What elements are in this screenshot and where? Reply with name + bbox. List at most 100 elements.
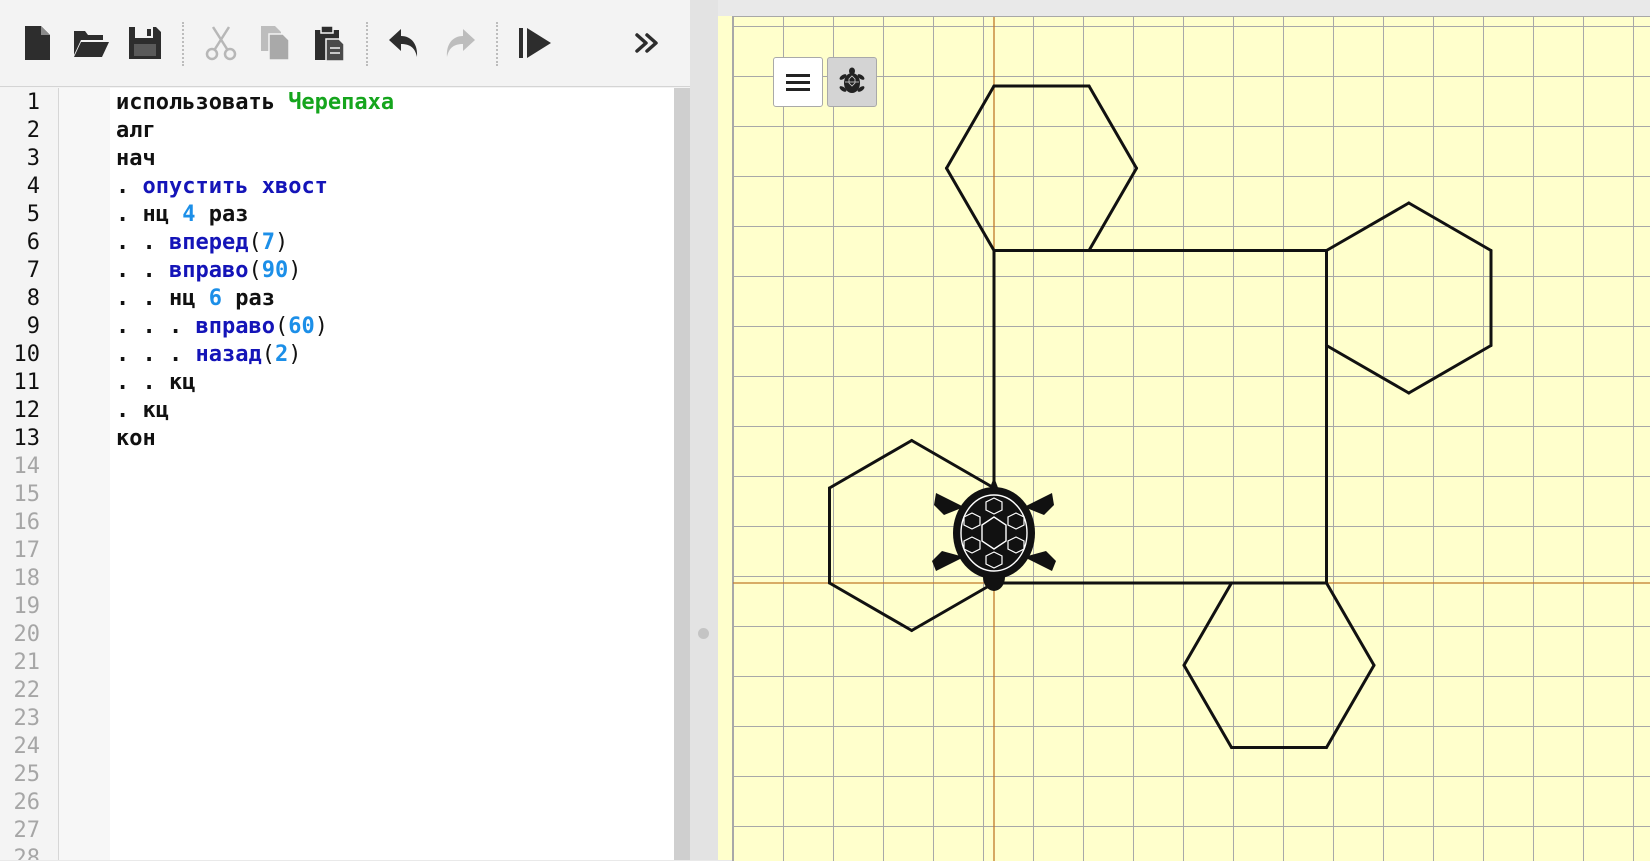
keyword-token: нач [116,146,156,171]
line-number: 24 [13,734,41,759]
run-play-icon [519,28,551,58]
menu-button[interactable] [773,57,823,107]
line-number: 9 [26,314,40,339]
line-number: 13 [13,426,41,451]
code-line[interactable]: . кц [116,397,169,425]
undo-button[interactable] [382,20,428,66]
keyword-token: раз [195,202,249,227]
punctuation-token: ) [288,258,302,283]
command-token: назад [195,342,262,367]
code-line[interactable]: . нц 4 раз [116,201,248,229]
pane-splitter[interactable] [690,0,718,860]
keyword-token: использовать [116,90,289,115]
keyword-token: нц [142,202,183,227]
code-line[interactable]: . опустить хвост [116,173,328,201]
line-number: 28 [13,846,41,860]
undo-arrow-icon [389,29,418,57]
line-number-gutter: 1 2 3 4 5 6 7 8 9 10 11 12 13 14 15 16 17 18 19 20 21 22 23 24 2… [0,88,59,860]
turtle-canvas[interactable] [732,16,1650,861]
copy-icon [261,26,290,61]
editor-pane: 1 2 3 4 5 6 7 8 9 10 11 12 13 14 15 16 17 18 19 20 21 22 23 24 2… [0,0,690,860]
code-line[interactable]: нач [116,145,156,173]
code-editor[interactable]: 1 2 3 4 5 6 7 8 9 10 11 12 13 14 15 16 17 18 19 20 21 22 23 24 2… [0,88,680,860]
line-number: 4 [26,174,40,199]
number-token: 6 [208,286,222,311]
command-token: вперед [168,230,249,255]
line-number: 18 [13,566,41,591]
splitter-handle[interactable] [698,628,709,639]
toolbar-separator [182,22,184,66]
line-number: 6 [26,230,40,255]
code-line[interactable]: . . вправо(90) [116,257,301,285]
keyword-token: кц [168,370,196,395]
new-file-button[interactable] [14,20,60,66]
path-segment [1182,581,1233,667]
number-token: 90 [261,258,289,283]
open-file-button[interactable] [68,20,114,66]
canvas-margin [718,16,732,860]
line-number: 25 [13,762,41,787]
indent-dots-token: . [116,398,143,423]
code-line[interactable]: . . вперед(7) [116,229,288,257]
hamburger-menu-icon [786,74,810,91]
run-button[interactable] [512,20,558,66]
path-segment [828,439,914,490]
path-segment [1407,344,1493,395]
copy-button[interactable] [252,20,298,66]
scissors-icon [205,26,237,61]
keyword-token: нц [168,286,209,311]
turtle-drawing [733,17,1650,861]
code-line[interactable]: . . . назад(2) [116,341,301,369]
path-segment [945,84,996,170]
punctuation-token: ( [248,230,262,255]
number-token: 4 [182,202,196,227]
line-number: 8 [26,286,40,311]
indent-dots-token: . . . [116,342,196,367]
more-button[interactable] [624,20,670,66]
code-line[interactable]: кон [116,425,156,453]
turtle-toggle-button[interactable] [827,57,877,107]
save-button[interactable] [122,20,168,66]
number-token: 60 [288,314,315,339]
line-number: 11 [13,370,41,395]
line-number: 23 [13,706,41,731]
indent-dots-token: . [116,174,143,199]
cut-button[interactable] [198,20,244,66]
code-line[interactable]: . . кц [116,369,195,397]
command-token: опустить хвост [142,174,328,199]
line-number: 1 [26,90,40,115]
path-segment [1182,663,1233,749]
toolbar [0,0,690,87]
line-number: 22 [13,678,41,703]
turtle-icon [839,67,865,93]
path-segment [910,581,996,632]
save-disk-icon [129,27,161,59]
paste-icon [315,25,345,62]
path-segment [1325,581,1376,667]
punctuation-token: ) [274,230,289,255]
line-number: 3 [26,146,40,171]
editor-scrollbar[interactable] [674,88,690,860]
command-token: вправо [195,314,275,339]
redo-button[interactable] [436,20,482,66]
path-segment [1325,663,1376,749]
indent-dots-token: . . [116,258,169,283]
code-line[interactable]: использовать Черепаха [116,89,394,117]
line-number: 26 [13,790,41,815]
line-number: 19 [13,594,41,619]
path-segment [1325,344,1411,395]
line-number: 16 [13,510,41,535]
code-line[interactable]: . . . вправо(60) [116,313,328,341]
code-line[interactable]: . . нц 6 раз [116,285,275,313]
indent-dots-token: . . [116,286,169,311]
path-segment [1087,84,1138,170]
redo-arrow-icon [446,29,475,57]
code-line[interactable]: алг [116,117,156,145]
punctuation-token: ( [274,314,289,339]
paste-button[interactable] [306,20,352,66]
keyword-token: алг [116,118,156,143]
double-chevron-right-icon [635,33,658,53]
path-segment [945,166,996,252]
indent-dots-token: . [116,202,143,227]
keyword-token: кон [116,426,156,451]
